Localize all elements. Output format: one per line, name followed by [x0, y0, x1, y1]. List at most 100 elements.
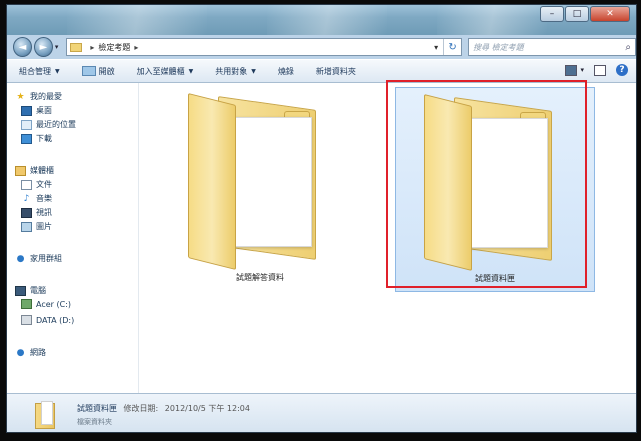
homegroup-icon: ●: [16, 253, 25, 264]
change-view-icon[interactable]: [565, 64, 578, 76]
burn-label: 燒錄: [277, 66, 294, 76]
chevron-down-icon: ▼: [55, 67, 60, 75]
nav-pictures[interactable]: 圖片: [21, 221, 52, 232]
nav-label: DATA (D:): [36, 315, 75, 325]
picture-icon: [21, 221, 32, 232]
chevron-down-icon: ▼: [251, 67, 256, 75]
maximize-icon: □: [572, 9, 582, 19]
nav-label: 音樂: [36, 194, 52, 203]
folder-name: 試題資料匣: [475, 274, 515, 283]
breadcrumb-chevron-icon[interactable]: ▸: [134, 43, 138, 52]
nav-label: 桌面: [36, 106, 52, 115]
folder-icon: [70, 42, 83, 52]
minimize-icon: –: [549, 9, 555, 19]
folder-name: 試題解答資料: [236, 273, 284, 282]
nav-drive-c[interactable]: Acer (C:): [21, 299, 71, 309]
nav-label: 電腦: [30, 286, 46, 295]
folder-icon: [188, 93, 318, 270]
downloads-icon: [21, 133, 32, 144]
nav-computer[interactable]: 電腦: [15, 285, 46, 296]
new-folder-label: 新增資料夾: [315, 66, 356, 76]
selected-item-name: 試題資料匣: [77, 404, 117, 413]
nav-documents[interactable]: 文件: [21, 179, 52, 190]
organize-button[interactable]: 組合管理 ▼: [19, 66, 60, 77]
desktop-icon: [21, 105, 32, 116]
open-button[interactable]: 開啟: [81, 66, 115, 77]
search-placeholder: 搜尋 檢定考題: [473, 42, 524, 52]
nav-videos[interactable]: 視訊: [21, 207, 52, 218]
music-note-icon: ♪: [23, 193, 30, 204]
network-icon: ●: [16, 347, 25, 358]
drive-icon: [21, 299, 32, 309]
share-with-button[interactable]: 共用對象 ▼: [215, 66, 256, 77]
nav-label: 文件: [36, 180, 52, 189]
breadcrumb-chevron-icon[interactable]: ▸: [90, 43, 94, 52]
document-icon: [21, 179, 32, 190]
maximize-button[interactable]: □: [565, 6, 589, 22]
add-to-library-button[interactable]: 加入至媒體櫃 ▼: [137, 66, 194, 77]
command-bar: 組合管理 ▼ 開啟 加入至媒體櫃 ▼ 共用對象 ▼ 燒錄 新增資料夾 ▾ ?: [7, 59, 636, 83]
close-button[interactable]: ✕: [590, 6, 630, 22]
navigation-pane: ★ 我的最愛 桌面 最近的位置 下載 媒體櫃 文件 ♪ 音樂 視訊 圖片 ● 家…: [7, 83, 139, 393]
nav-label: 圖片: [36, 222, 52, 231]
back-button[interactable]: ◄: [13, 37, 32, 57]
computer-icon: [15, 285, 26, 296]
open-icon: [81, 66, 96, 76]
file-list: 試題解答資料 試題資料匣: [140, 83, 636, 393]
back-arrow-icon: ◄: [18, 41, 27, 53]
chevron-down-icon: ▼: [188, 67, 194, 75]
modified-value: 2012/10/5 下午 12:04: [164, 404, 250, 413]
title-bar[interactable]: – □ ✕: [7, 5, 636, 35]
item-type: 檔案資料夾: [77, 418, 112, 426]
view-options-dropdown-icon[interactable]: ▾: [580, 66, 584, 74]
modified-label: 修改日期:: [123, 404, 159, 413]
help-icon[interactable]: ?: [616, 64, 628, 76]
nav-label: 視訊: [36, 208, 52, 217]
burn-button[interactable]: 燒錄: [278, 66, 294, 77]
forward-button[interactable]: ►: [33, 37, 53, 57]
nav-network[interactable]: ● 網路: [15, 347, 46, 358]
drive-icon: [21, 315, 32, 325]
open-label: 開啟: [98, 66, 115, 76]
preview-pane-icon[interactable]: [594, 64, 606, 76]
share-with-label: 共用對象: [215, 66, 248, 76]
nav-label: 媒體櫃: [30, 166, 54, 175]
window-controls: – □ ✕: [539, 6, 630, 22]
add-to-library-label: 加入至媒體櫃: [136, 66, 185, 76]
forward-arrow-icon: ►: [39, 41, 48, 53]
search-icon[interactable]: ⌕: [625, 42, 631, 53]
close-icon: ✕: [606, 9, 614, 19]
breadcrumb-segment[interactable]: 檢定考題: [98, 42, 130, 53]
nav-label: 下載: [36, 134, 52, 143]
nav-label: 網路: [30, 348, 46, 357]
nav-favorites[interactable]: ★ 我的最愛: [15, 91, 62, 102]
video-icon: [21, 207, 32, 218]
star-icon: ★: [16, 91, 25, 102]
new-folder-button[interactable]: 新增資料夾: [316, 66, 356, 77]
content-area: ★ 我的最愛 桌面 最近的位置 下載 媒體櫃 文件 ♪ 音樂 視訊 圖片 ● 家…: [7, 83, 636, 393]
nav-label: 我的最愛: [30, 92, 62, 101]
nav-downloads[interactable]: 下載: [21, 133, 52, 144]
minimize-button[interactable]: –: [540, 6, 564, 22]
recent-pages-dropdown[interactable]: ▾: [55, 43, 63, 51]
address-bar[interactable]: ▸ 檢定考題 ▸ ▾ ↻: [66, 38, 463, 56]
address-row: ◄ ► ▾ ▸ 檢定考題 ▸ ▾ ↻ 搜尋 檢定考題 ⌕: [7, 35, 636, 59]
nav-desktop[interactable]: 桌面: [21, 105, 52, 116]
folder-icon: [35, 399, 55, 429]
nav-label: 最近的位置: [36, 120, 76, 129]
address-dropdown-icon[interactable]: ▾: [429, 43, 443, 52]
nav-label: 家用群組: [30, 254, 62, 263]
nav-homegroup[interactable]: ● 家用群組: [15, 253, 62, 264]
nav-label: Acer (C:): [36, 299, 72, 309]
nav-libraries[interactable]: 媒體櫃: [15, 165, 54, 176]
refresh-icon[interactable]: ↻: [443, 39, 461, 55]
folder-item-selected[interactable]: 試題資料匣: [395, 87, 595, 292]
nav-recent-places[interactable]: 最近的位置: [21, 119, 76, 130]
folder-icon: [424, 94, 554, 271]
folder-item[interactable]: 試題解答資料: [160, 87, 360, 292]
details-pane: 試題資料匣 修改日期: 2012/10/5 下午 12:04 檔案資料夾: [7, 393, 636, 432]
nav-drive-d[interactable]: DATA (D:): [21, 315, 74, 325]
search-input[interactable]: 搜尋 檢定考題 ⌕: [468, 38, 636, 56]
details-line: 試題資料匣 修改日期: 2012/10/5 下午 12:04: [77, 403, 250, 414]
nav-music[interactable]: ♪ 音樂: [21, 193, 52, 204]
